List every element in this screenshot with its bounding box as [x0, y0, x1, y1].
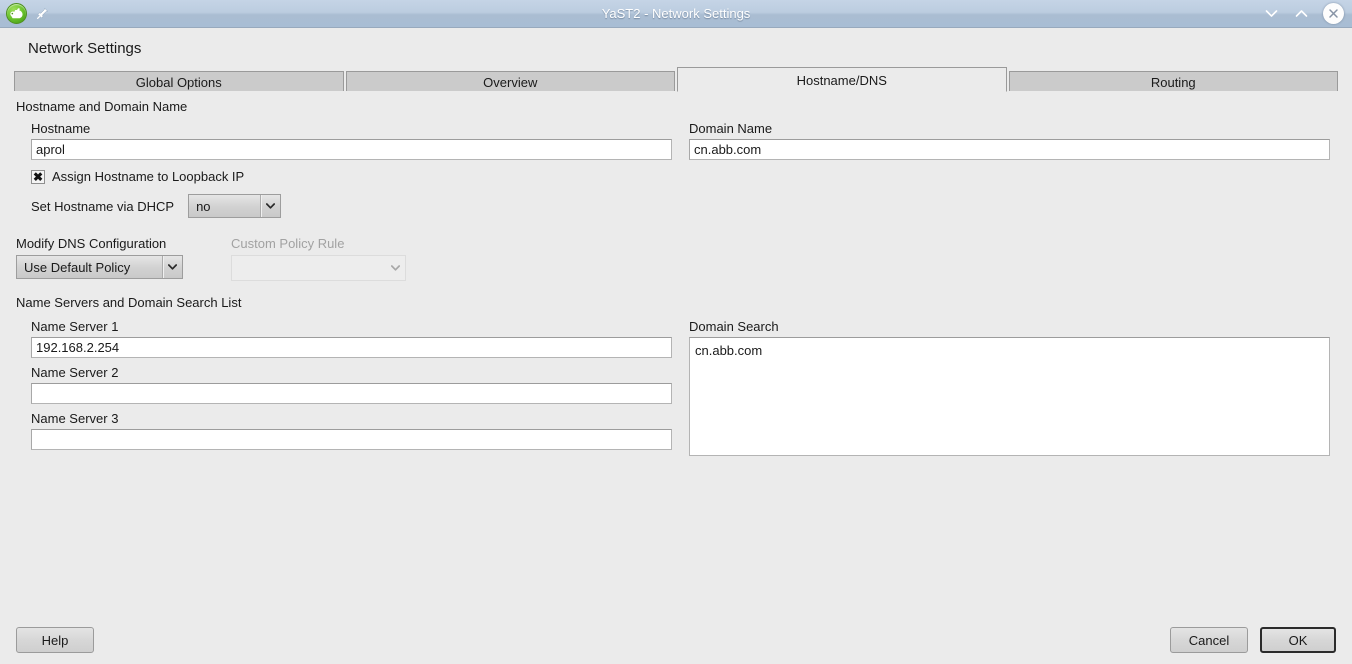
close-circle-icon[interactable] [1323, 3, 1344, 24]
tab-hostname-dns[interactable]: Hostname/DNS [677, 67, 1007, 92]
modify-dns-configuration-value: Use Default Policy [24, 259, 131, 275]
name-server-2-label: Name Server 2 [31, 365, 119, 380]
dhcp-select-value: no [196, 198, 211, 214]
hostname-section-title: Hostname and Domain Name [16, 99, 188, 114]
chevron-down-icon [162, 256, 182, 278]
tab-global-options[interactable]: Global Options [14, 71, 344, 92]
titlebar-icons [0, 3, 50, 24]
modify-dns-configuration-select[interactable]: Use Default Policy [16, 255, 183, 279]
hostname-columns: Hostname ✖ Assign Hostname to Loopback I… [14, 114, 1338, 218]
cancel-button[interactable]: Cancel [1170, 627, 1248, 653]
domain-name-input[interactable] [689, 139, 1330, 160]
custom-policy-rule-select [231, 255, 406, 281]
window-title: YaST2 - Network Settings [601, 6, 751, 21]
nameservers-column-left: Name Server 1 Name Server 2 Name Server … [14, 312, 672, 450]
assign-hostname-loopback-checkbox[interactable]: ✖ Assign Hostname to Loopback IP [31, 169, 672, 184]
pin-icon[interactable] [34, 6, 50, 22]
tab-bar: Global Options Overview Hostname/DNS Rou… [14, 67, 1338, 92]
name-server-3-input[interactable] [31, 429, 672, 450]
nameservers-columns: Name Server 1 Name Server 2 Name Server … [14, 312, 1338, 459]
help-button[interactable]: Help [16, 627, 94, 653]
assign-hostname-loopback-label: Assign Hostname to Loopback IP [52, 169, 245, 184]
name-server-1-label: Name Server 1 [31, 319, 119, 334]
dns-policy-row: Modify DNS Configuration Use Default Pol… [16, 236, 1338, 283]
ok-button[interactable]: OK [1260, 627, 1336, 653]
custom-policy-rule-block: Custom Policy Rule [231, 236, 406, 283]
set-hostname-via-dhcp-label: Set Hostname via DHCP [31, 198, 175, 214]
domain-search-label: Domain Search [689, 319, 779, 334]
hostname-column-right: Domain Name [689, 114, 1338, 218]
domain-search-textarea[interactable] [689, 337, 1330, 456]
opensuse-chameleon-icon [6, 3, 27, 24]
name-server-2-input[interactable] [31, 383, 672, 404]
tab-overview[interactable]: Overview [345, 71, 675, 92]
main-content: Hostname and Domain Name Hostname ✖ Assi… [0, 99, 1352, 459]
checkbox-mark-icon: ✖ [31, 169, 45, 184]
chevron-down-icon [260, 195, 280, 217]
nameservers-section-title: Name Servers and Domain Search List [16, 295, 242, 310]
nameservers-column-right: Domain Search [689, 312, 1338, 459]
domain-name-label: Domain Name [689, 121, 773, 136]
page-title: Network Settings [28, 40, 142, 57]
chevron-down-icon[interactable] [1263, 6, 1279, 22]
name-server-1-input[interactable] [31, 337, 672, 358]
chevron-up-icon[interactable] [1293, 6, 1309, 22]
set-hostname-via-dhcp-select[interactable]: no [188, 194, 282, 218]
name-server-3-label: Name Server 3 [31, 411, 119, 426]
hostname-input[interactable] [31, 139, 672, 160]
dialog-button-bar: Help Cancel OK [0, 627, 1352, 653]
window-controls [1263, 0, 1344, 27]
modify-dns-configuration-label: Modify DNS Configuration [16, 236, 167, 251]
tab-underline [14, 91, 1338, 92]
tab-routing[interactable]: Routing [1008, 71, 1338, 92]
set-hostname-via-dhcp-row: Set Hostname via DHCP no [31, 194, 672, 218]
modify-dns-configuration-block: Modify DNS Configuration Use Default Pol… [16, 236, 183, 283]
custom-policy-rule-label: Custom Policy Rule [231, 236, 345, 251]
chevron-down-icon [386, 256, 405, 280]
hostname-column-left: Hostname ✖ Assign Hostname to Loopback I… [14, 114, 672, 218]
window-titlebar: YaST2 - Network Settings [0, 0, 1352, 28]
custom-policy-rule-value [232, 256, 386, 280]
hostname-label: Hostname [31, 121, 91, 136]
